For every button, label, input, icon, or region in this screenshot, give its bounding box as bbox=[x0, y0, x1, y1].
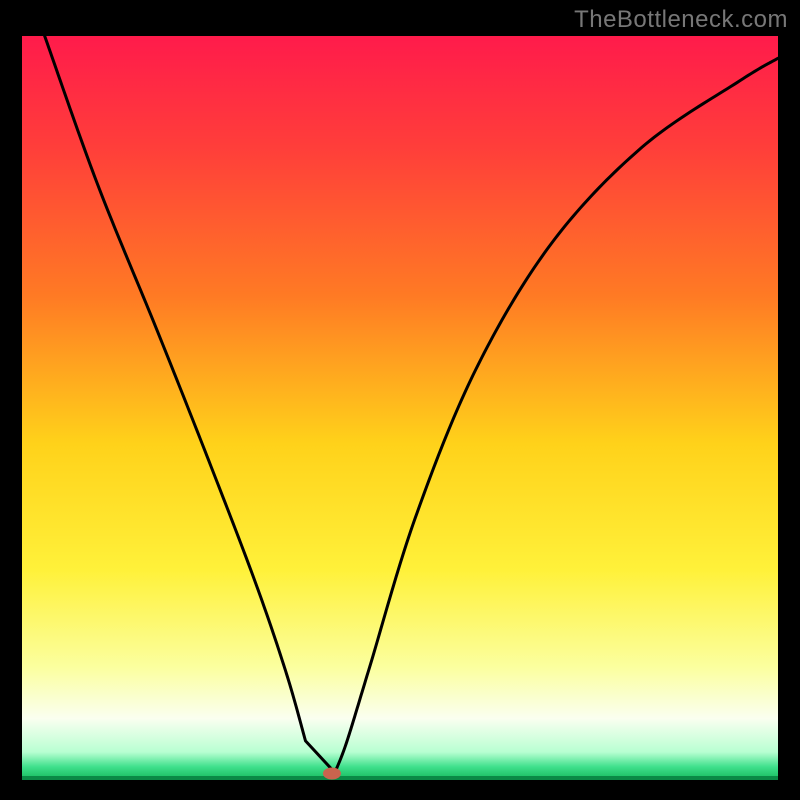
chart-background bbox=[22, 36, 778, 778]
watermark-text: TheBottleneck.com bbox=[574, 6, 788, 34]
bottleneck-chart bbox=[0, 0, 800, 800]
chart-frame: TheBottleneck.com bbox=[0, 0, 800, 800]
optimal-point-marker bbox=[323, 768, 341, 780]
